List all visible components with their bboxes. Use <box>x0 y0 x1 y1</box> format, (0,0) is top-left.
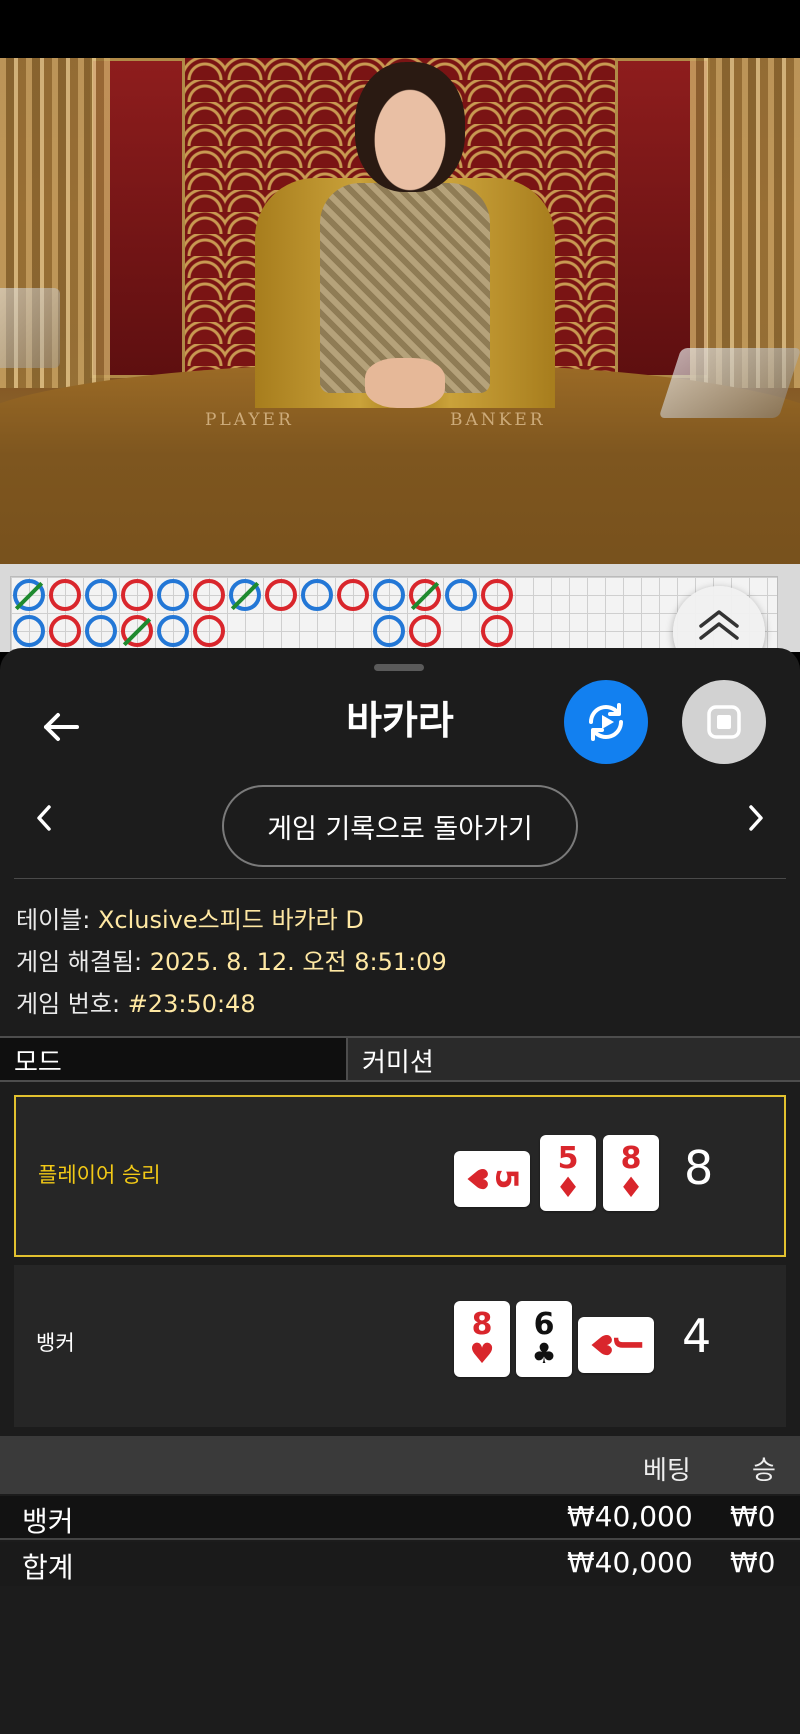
dealer-head <box>355 62 465 192</box>
tie-mark <box>14 581 44 611</box>
dealer-hands <box>365 358 445 408</box>
bead-road-mark <box>157 615 189 647</box>
player-score: 8 <box>684 1141 714 1195</box>
bead-road-mark <box>445 579 477 611</box>
bead-road-mark <box>85 615 117 647</box>
bead-road-mark <box>265 579 297 611</box>
next-game-button[interactable] <box>740 798 772 838</box>
banker-hand: 뱅커 8 ♥ 6 ♣ J ♥ 4 <box>14 1265 786 1427</box>
banker-hand-label: 뱅커 <box>36 1331 75 1355</box>
col-win-header: 승 <box>752 1456 776 1486</box>
banker-score: 4 <box>682 1309 712 1363</box>
bead-road-mark <box>121 579 153 611</box>
game-number-info: 게임 번호: #23:50:48 <box>16 984 256 1019</box>
live-video-stream: PLAYER BANKER <box>0 58 800 564</box>
bead-road-mark <box>85 579 117 611</box>
curtain-right <box>690 58 800 388</box>
player-hand-label: 플레이어 승리 <box>38 1163 161 1187</box>
bead-road-mark <box>193 615 225 647</box>
tie-mark <box>230 581 260 611</box>
back-to-history-button[interactable]: 게임 기록으로 돌아가기 <box>222 785 578 867</box>
bead-road-mark <box>121 615 153 647</box>
table-row: 뱅커 ₩40,000 ₩0 <box>0 1496 800 1540</box>
bead-road-mark <box>409 615 441 647</box>
bead-road-grid <box>10 576 778 652</box>
table-label: 테이블: <box>16 906 91 934</box>
bead-road-mark <box>373 579 405 611</box>
mode-row: 모드 커미션 <box>0 1036 800 1082</box>
table-row-total: 합계 ₩40,000 ₩0 <box>0 1542 800 1586</box>
bead-road-mark <box>157 579 189 611</box>
bead-road-mark <box>13 579 45 611</box>
tie-mark <box>410 581 440 611</box>
bead-road-mark <box>13 615 45 647</box>
table-player-text: PLAYER <box>205 410 294 430</box>
page-title: 바카라 <box>346 699 454 744</box>
previous-game-button[interactable] <box>28 798 60 838</box>
player-card-2: 5 ♦ <box>540 1135 596 1211</box>
bead-road-mark <box>49 615 81 647</box>
resolved-info: 게임 해결됨: 2025. 8. 12. 오전 8:51:09 <box>16 942 447 977</box>
banker-card-2: 6 ♣ <box>516 1301 572 1377</box>
player-hand: 플레이어 승리 5 ♥ 5 ♦ 8 ♦ 8 <box>14 1095 786 1257</box>
double-chevron-up-icon <box>699 610 739 640</box>
table-banker-text: BANKER <box>450 410 546 430</box>
win-amount: ₩0 <box>730 1500 776 1533</box>
replay-icon <box>589 703 623 741</box>
player-card-3: 8 ♦ <box>603 1135 659 1211</box>
game-number-value: #23:50:48 <box>127 990 256 1018</box>
total-win-amount: ₩0 <box>730 1546 776 1579</box>
bet-amount: ₩40,000 <box>567 1500 693 1533</box>
bead-road-mark <box>481 615 513 647</box>
bead-road-mark <box>301 579 333 611</box>
game-number-label: 게임 번호: <box>16 990 121 1018</box>
bet-label: 뱅커 <box>22 1505 74 1538</box>
stop-icon <box>707 705 741 739</box>
game-history-sheet: 바카라 게임 기록으로 돌아가기 테이블: Xclusive스피드 바카라 D … <box>0 648 800 1734</box>
total-label: 합계 <box>22 1551 74 1584</box>
chevron-left-icon <box>37 805 51 831</box>
banker-card-3: J ♥ <box>578 1317 654 1373</box>
col-bet-header: 베팅 <box>643 1456 691 1486</box>
bets-table-header: 베팅 승 <box>0 1436 800 1494</box>
bead-road-mark <box>49 579 81 611</box>
banker-card-1: 8 ♥ <box>454 1301 510 1377</box>
chevron-right-icon <box>749 805 763 831</box>
replay-button[interactable] <box>564 680 648 764</box>
tie-mark <box>122 617 152 647</box>
mode-value: 커미션 <box>362 1048 434 1078</box>
bead-road-mark <box>193 579 225 611</box>
bead-road-mark <box>229 579 261 611</box>
resolved-label: 게임 해결됨: <box>16 948 143 976</box>
player-card-1: 5 ♥ <box>454 1151 530 1207</box>
total-bet-amount: ₩40,000 <box>567 1546 693 1579</box>
sheet-drag-handle[interactable] <box>374 664 424 671</box>
bead-road-mark <box>481 579 513 611</box>
discard-tray <box>0 288 60 368</box>
stop-button[interactable] <box>682 680 766 764</box>
card-shoe <box>658 348 800 418</box>
table-value: Xclusive스피드 바카라 D <box>97 906 364 934</box>
bead-road-mark <box>337 579 369 611</box>
divider <box>14 878 786 879</box>
resolved-value: 2025. 8. 12. 오전 8:51:09 <box>149 948 447 976</box>
table-info: 테이블: Xclusive스피드 바카라 D <box>16 900 364 935</box>
mode-label: 모드 <box>0 1038 348 1080</box>
bead-road-mark <box>373 615 405 647</box>
bead-road-mark <box>409 579 441 611</box>
